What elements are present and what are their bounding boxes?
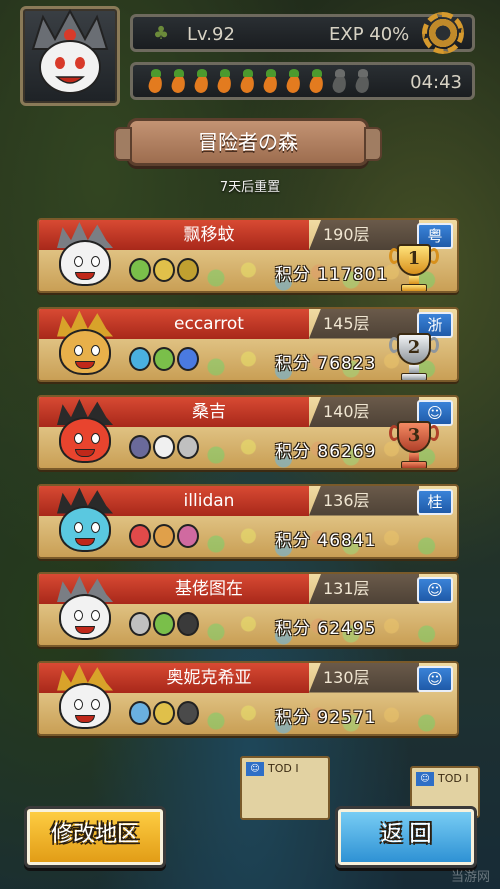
pet-icon xyxy=(153,612,175,636)
hero-avatar-icon xyxy=(47,399,127,468)
clover-icon: ♣ xyxy=(153,23,170,44)
carrot-icon xyxy=(283,69,303,93)
hero-avatar-icon xyxy=(47,222,127,291)
carrot-icon xyxy=(168,69,188,93)
floor-count: 131层 xyxy=(309,574,419,604)
settings-gear-icon[interactable] xyxy=(422,12,464,54)
pet-icon xyxy=(153,523,175,548)
pet-icon xyxy=(177,435,199,459)
carrot-icon xyxy=(191,69,211,93)
floor-count: 136层 xyxy=(309,485,419,516)
team-members xyxy=(129,435,199,459)
carrot-stamina-list xyxy=(145,69,372,93)
score-text: 积分 92571 xyxy=(275,707,377,728)
pet-icon xyxy=(153,258,175,282)
team-members xyxy=(129,523,199,548)
tile-label: TOD I xyxy=(438,772,469,785)
carrot-icon xyxy=(306,69,326,93)
team-members xyxy=(129,258,199,282)
ranking-row[interactable]: illidan 136层桂积分 46841 xyxy=(37,483,459,559)
ranking-row[interactable]: 飘移蚊 190层粤积分 117801 1 xyxy=(37,218,459,293)
pet-icon xyxy=(177,700,199,725)
pet-icon xyxy=(129,258,151,282)
score-text: 积分 62495 xyxy=(275,619,377,639)
region-badge: ☺ xyxy=(246,762,264,776)
level-text: Lv.92 xyxy=(187,24,235,45)
score-text: 积分 76823 xyxy=(275,353,377,374)
region-badge: ☺ xyxy=(416,772,434,786)
pet-icon xyxy=(153,700,175,725)
exp-text: EXP 40% xyxy=(329,24,410,45)
pet-icon xyxy=(129,700,151,725)
stamina-bar: 04:43 xyxy=(130,62,475,100)
pet-icon xyxy=(177,258,199,282)
reset-note: 7天后重置 xyxy=(219,180,281,195)
pet-icon xyxy=(177,612,199,636)
team-members xyxy=(129,612,199,636)
back-button[interactable]: 返 回 xyxy=(335,806,477,868)
carrot-icon xyxy=(260,69,280,93)
ranking-row[interactable]: 奥妮克希亚 130层 ☺ 积分 92571 xyxy=(37,660,459,736)
ranking-row[interactable]: eccarrot 145层浙积分 76823 2 xyxy=(37,306,459,382)
watermark: 当游网 xyxy=(450,870,490,885)
page-title: 冒险者の森 xyxy=(114,118,382,166)
tile-label: TOD I xyxy=(268,762,299,775)
carrot-icon xyxy=(352,69,372,93)
hero-avatar-icon xyxy=(47,310,127,380)
hero-avatar-icon xyxy=(47,576,127,645)
carrot-icon xyxy=(237,69,257,93)
score-text: 积分 86269 xyxy=(275,442,377,462)
pet-icon xyxy=(153,346,175,371)
gold-trophy-icon: 1 xyxy=(389,244,439,291)
carrot-icon xyxy=(145,69,165,93)
region-badge: 桂 xyxy=(417,488,453,515)
silver-trophy-icon: 2 xyxy=(389,332,439,380)
team-members xyxy=(129,346,199,371)
bronze-trophy-icon: 3 xyxy=(389,421,439,468)
score-text: 积分 117801 xyxy=(275,265,389,285)
carrot-icon xyxy=(214,69,234,93)
map-stage-tile[interactable]: ☺ TOD I xyxy=(240,756,330,820)
avatar-icon xyxy=(31,8,109,94)
change-region-button[interactable]: 修改地区 xyxy=(24,806,166,868)
team-members xyxy=(129,700,199,725)
floor-count: 130层 xyxy=(309,662,419,693)
player-avatar[interactable] xyxy=(20,6,120,106)
carrot-icon xyxy=(329,69,349,93)
pet-icon xyxy=(177,346,199,371)
pet-icon xyxy=(177,523,199,548)
pet-icon xyxy=(129,612,151,636)
ranking-row[interactable]: 基佬图在 131层 ☺ 积分 62495 xyxy=(37,572,459,647)
trophy-rank: 3 xyxy=(407,425,421,446)
pet-icon xyxy=(129,435,151,459)
trophy-rank: 2 xyxy=(407,336,421,358)
ranking-row[interactable]: 桑吉 140层 ☺ 积分 86269 3 xyxy=(37,395,459,470)
pet-icon xyxy=(129,346,151,371)
score-text: 积分 46841 xyxy=(275,530,377,551)
trophy-rank: 1 xyxy=(407,248,421,269)
pet-icon xyxy=(129,523,151,548)
hero-avatar-icon xyxy=(47,664,127,734)
stamina-timer: 04:43 xyxy=(410,72,462,93)
region-badge: ☺ xyxy=(417,577,453,603)
pet-icon xyxy=(153,435,175,459)
hero-avatar-icon xyxy=(47,487,127,557)
region-badge: ☺ xyxy=(417,665,453,692)
